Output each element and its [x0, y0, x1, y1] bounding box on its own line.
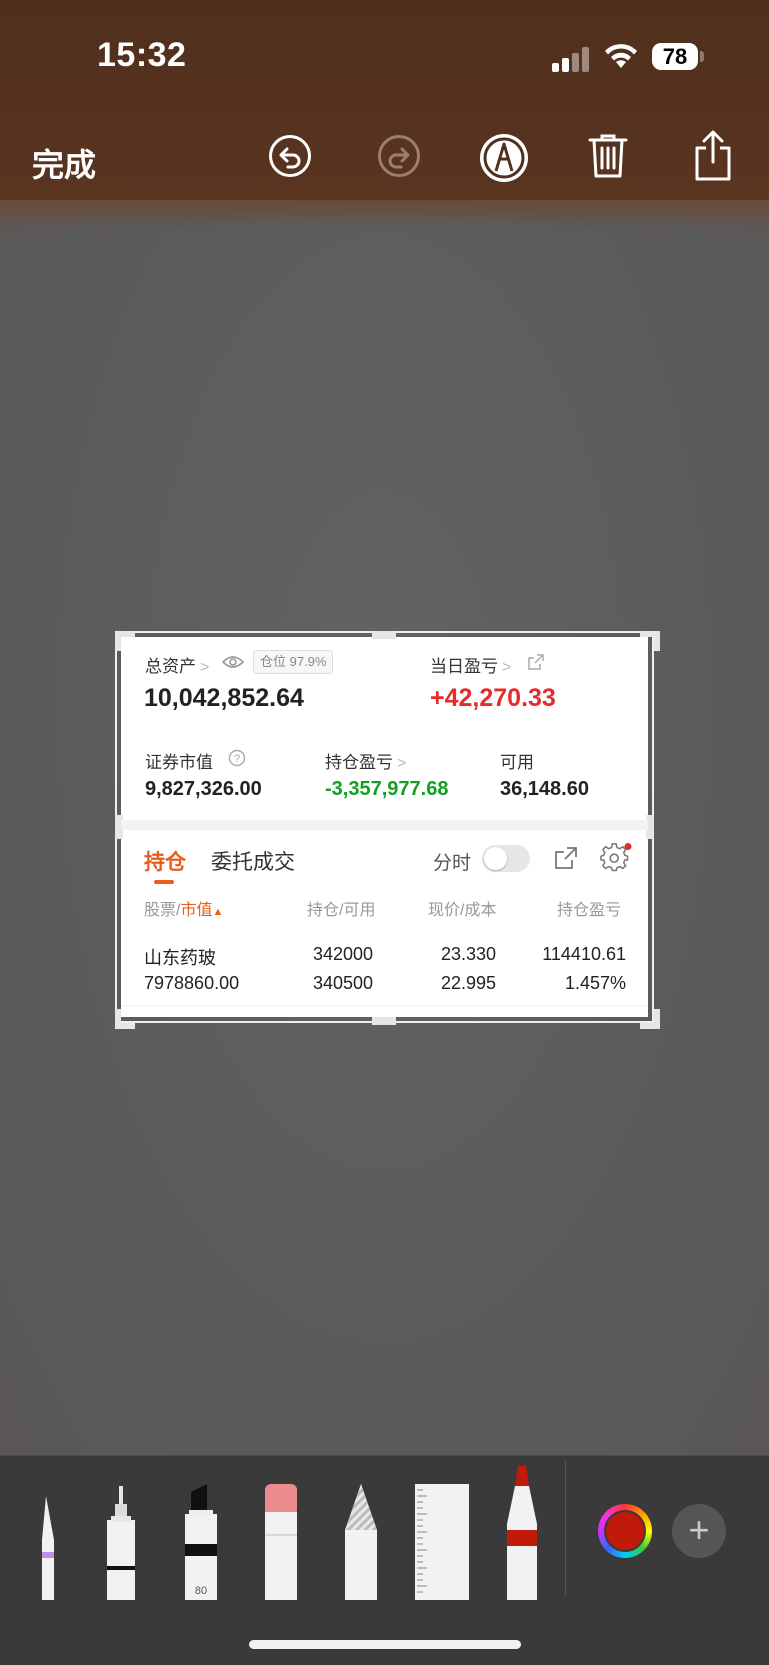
eraser-tool-icon[interactable]	[263, 1484, 299, 1600]
add-button[interactable]: +	[672, 1504, 726, 1558]
marker-tool-icon[interactable]: 80	[183, 1484, 219, 1600]
current-price: 23.330	[441, 944, 497, 964]
market-value: 9,827,326.00	[145, 778, 262, 800]
tab-orders[interactable]: 委托成交	[211, 846, 295, 876]
col-price-cost[interactable]: 现价/成本	[428, 896, 496, 920]
color-picker-button[interactable]	[598, 1504, 652, 1558]
done-button[interactable]: 完成	[32, 140, 96, 186]
stock-market-value: 7978860.00	[144, 973, 240, 993]
holding-pnl-value: -3,357,977.68	[325, 778, 449, 800]
col-stock-market-value[interactable]: 股票/市值▲︎	[144, 896, 223, 920]
lasso-tool-icon[interactable]	[343, 1482, 379, 1600]
palette-divider	[565, 1460, 566, 1596]
settings-gear-icon[interactable]	[600, 843, 632, 873]
eye-icon[interactable]	[222, 655, 244, 669]
intraday-label: 分时	[433, 853, 472, 874]
crop-corner-handle[interactable]	[115, 631, 135, 651]
total-assets-label: 总资产 >	[145, 657, 210, 676]
total-assets-value: 10,042,852.64	[144, 684, 304, 712]
daily-pnl-label[interactable]: 当日盈亏 >	[430, 652, 511, 677]
col-holding-available[interactable]: 持仓/可用	[307, 896, 375, 920]
row-pnl: 114410.61	[542, 944, 626, 964]
crayon-tool-icon[interactable]	[505, 1464, 539, 1600]
tab-holdings[interactable]: 持仓	[144, 846, 186, 876]
home-indicator[interactable]	[249, 1640, 521, 1649]
crop-corner-handle[interactable]	[640, 1009, 660, 1029]
svg-text:?: ?	[234, 753, 240, 765]
col-holding-pnl[interactable]: 持仓盈亏	[557, 896, 625, 920]
export-icon[interactable]	[554, 846, 578, 870]
stock-name: 山东药玻	[144, 948, 216, 968]
crop-edge-handle[interactable]	[372, 631, 396, 639]
available-label: 可用	[500, 753, 534, 772]
trash-icon[interactable]	[587, 132, 629, 180]
wifi-icon	[605, 44, 637, 68]
available-qty: 340500	[313, 973, 374, 993]
tab-active-indicator	[154, 880, 174, 884]
row-divider	[121, 1005, 648, 1006]
intraday-toggle[interactable]	[482, 845, 530, 872]
fineliner-tool-icon[interactable]	[103, 1484, 139, 1600]
holding-qty: 342000	[313, 944, 374, 964]
crop-corner-handle[interactable]	[115, 1009, 135, 1029]
marker-size-label: 80	[195, 1585, 207, 1597]
markup-pen-icon[interactable]	[479, 133, 529, 183]
redo-icon[interactable]	[377, 134, 421, 178]
cost-price: 22.995	[441, 973, 497, 993]
crop-corner-handle[interactable]	[640, 631, 660, 651]
battery-tip	[700, 51, 704, 62]
share-icon[interactable]	[693, 130, 733, 182]
market-value-label: 证券市值	[145, 753, 213, 772]
section-divider	[121, 820, 648, 830]
daily-pnl-value: +42,270.33	[430, 684, 556, 712]
ruler-tool-icon[interactable]	[415, 1484, 469, 1600]
crop-edge-handle[interactable]	[372, 1017, 396, 1025]
status-time: 15:32	[97, 36, 187, 74]
position-ratio-badge: 仓位 97.9%	[253, 650, 334, 674]
holding-pnl-label[interactable]: 持仓盈亏 >	[325, 748, 406, 773]
available-value: 36,148.60	[500, 778, 589, 800]
pen-tool-icon[interactable]	[40, 1480, 60, 1600]
undo-icon[interactable]	[268, 134, 312, 178]
bottom-area	[0, 1601, 769, 1665]
help-icon[interactable]: ?	[228, 749, 246, 767]
row-pnl-pct: 1.457%	[564, 973, 626, 993]
battery-indicator: 78	[652, 43, 698, 70]
cellular-signal-icon	[552, 46, 592, 72]
external-link-icon[interactable]	[528, 654, 544, 670]
